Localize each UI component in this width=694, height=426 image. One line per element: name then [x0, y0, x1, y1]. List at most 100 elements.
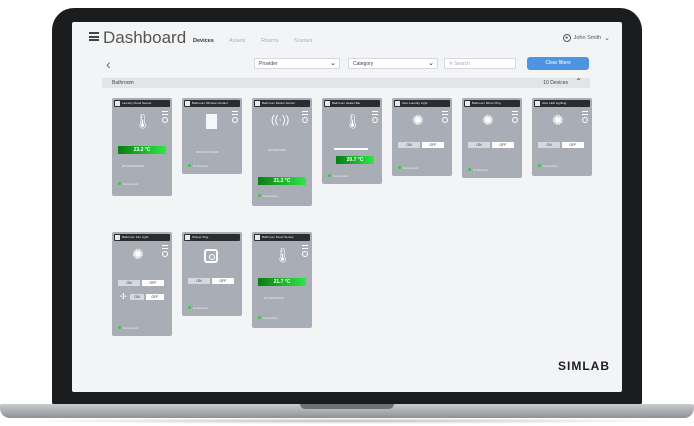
- card-header: Bathroom Motion Sensor: [254, 100, 310, 107]
- settings-icon[interactable]: [582, 111, 588, 123]
- device-name: Glen Laundry Light: [402, 101, 428, 105]
- temperature-slider[interactable]: [334, 148, 368, 150]
- chevron-down-icon: ⌄: [330, 60, 336, 67]
- connection-status: Connected: [263, 316, 278, 320]
- settings-icon[interactable]: [162, 111, 168, 123]
- on-button[interactable]: ON: [188, 278, 210, 284]
- provider-value: Provider: [259, 61, 278, 67]
- status-dot: [188, 164, 191, 167]
- connection-status: Connected: [333, 174, 348, 178]
- card-header: Shaver Plug: [184, 234, 240, 241]
- device-status: NO MOTION: [268, 148, 286, 152]
- fan-off-button[interactable]: OFF: [146, 294, 164, 300]
- clear-filters-button[interactable]: Clear filters: [527, 57, 589, 70]
- device-card[interactable]: Bathroom Motion Sensor ((·)) NO MOTION 2…: [252, 98, 312, 206]
- light-bulb-icon: ✺: [552, 112, 564, 128]
- device-status: NO MOVEMENT: [122, 164, 145, 168]
- search-placeholder: Search: [454, 61, 470, 67]
- device-card[interactable]: Shaver Plug ON OFF Connected: [182, 232, 242, 316]
- device-card[interactable]: Bathroom Flood Sensor 🌡 21.7 °C NO WARNI…: [252, 232, 312, 328]
- card-header: Laundry Flood Sensor: [114, 100, 170, 107]
- card-header: Bathroom Window Contact: [184, 100, 240, 107]
- settings-icon[interactable]: [232, 111, 238, 123]
- settings-icon[interactable]: [372, 111, 378, 123]
- on-button[interactable]: ON: [468, 142, 490, 148]
- on-button[interactable]: ON: [398, 142, 420, 148]
- off-button[interactable]: OFF: [422, 142, 444, 148]
- on-button[interactable]: ON: [538, 142, 560, 148]
- off-button[interactable]: OFF: [492, 142, 514, 148]
- device-count: 10 Devices: [543, 80, 568, 86]
- chevron-down-icon: ⌄: [428, 60, 434, 67]
- connection-status: Connected: [543, 164, 558, 168]
- on-button[interactable]: ON: [118, 280, 140, 286]
- tab-devices[interactable]: Devices: [193, 38, 214, 44]
- menu-icon[interactable]: [89, 32, 99, 41]
- device-name: Glen LED Lighting: [542, 101, 567, 105]
- category-select[interactable]: Category ⌄: [348, 58, 438, 69]
- thermometer-icon: 🌡: [344, 113, 362, 129]
- status-dot: [118, 182, 121, 185]
- device-name: Bathroom Mirror Plug: [472, 101, 501, 105]
- tab-rooms[interactable]: Rooms: [261, 38, 278, 44]
- off-button[interactable]: OFF: [142, 280, 164, 286]
- motion-wave-icon: ((·)): [271, 114, 290, 126]
- device-name: Shaver Plug: [192, 235, 209, 239]
- settings-icon[interactable]: [442, 111, 448, 123]
- category-value: Category: [353, 61, 374, 67]
- connection-status: Connected: [403, 166, 418, 170]
- settings-icon[interactable]: [162, 245, 168, 257]
- off-button[interactable]: OFF: [562, 142, 584, 148]
- fan-on-button[interactable]: ON: [130, 294, 144, 300]
- connection-status: Connected: [123, 326, 138, 330]
- device-card[interactable]: Glen LED Lighting ✺ ON OFF Connected: [532, 98, 592, 176]
- settings-icon[interactable]: [302, 245, 308, 257]
- user-menu[interactable]: ● John Smith ⌄: [562, 34, 610, 42]
- app-screen: Dashboard Devices Assets Rooms Scenes ● …: [72, 22, 622, 392]
- status-dot: [258, 316, 261, 319]
- user-name: John Smith: [573, 35, 602, 41]
- back-arrow-icon[interactable]: ‹: [106, 56, 111, 72]
- laptop-notch: [300, 404, 394, 409]
- settings-icon[interactable]: [512, 111, 518, 123]
- device-card[interactable]: Bathroom Mirror Plug ✺ ON OFF Connected: [462, 98, 522, 178]
- provider-select[interactable]: Provider ⌄: [254, 58, 340, 69]
- status-dot: [328, 174, 331, 177]
- card-header: Bathroom Mirror Plug: [464, 100, 520, 107]
- chevron-up-icon[interactable]: ⌃: [575, 77, 582, 86]
- search-icon: ⚲: [449, 61, 453, 67]
- off-button[interactable]: OFF: [212, 278, 234, 284]
- simlab-logo: SIMLAB: [558, 359, 610, 373]
- status-dot: [188, 306, 191, 309]
- device-name: Bathroom Heater Bar: [332, 101, 361, 105]
- light-bulb-icon: ✺: [132, 246, 144, 262]
- device-card[interactable]: Bathroom Fan Light ✺ ON OFF ✢ ON OFF Con…: [112, 232, 172, 336]
- room-group-header[interactable]: Bathroom 10 Devices ⌃: [102, 77, 590, 88]
- user-avatar-icon: ●: [562, 34, 571, 42]
- room-name: Bathroom: [112, 80, 134, 86]
- connection-status: Connected: [473, 168, 488, 172]
- tab-bar: Devices Assets Rooms Scenes: [193, 38, 326, 44]
- temperature-readout: 21.2 °C: [258, 177, 306, 185]
- light-bulb-icon: ✺: [412, 112, 424, 128]
- device-card[interactable]: Glen Laundry Light ✺ ON OFF Connected: [392, 98, 452, 176]
- device-card[interactable]: Bathroom Window Contact DOOR CLOSED Conn…: [182, 98, 242, 174]
- settings-icon[interactable]: [302, 111, 308, 123]
- temperature-readout: 23.2 °C: [118, 146, 166, 154]
- page-title: Dashboard: [103, 28, 187, 47]
- connection-status: Connected: [123, 182, 138, 186]
- card-header: Bathroom Flood Sensor: [254, 234, 310, 241]
- connection-status: Connected: [193, 306, 208, 310]
- device-card[interactable]: Laundry Flood Sensor 🌡 23.2 °C NO MOVEME…: [112, 98, 172, 196]
- chevron-down-icon: ⌄: [604, 35, 610, 42]
- thermometer-icon: 🌡: [274, 247, 292, 263]
- search-input[interactable]: ⚲ Search: [444, 58, 516, 69]
- status-dot: [398, 166, 401, 169]
- connection-status: Connected: [193, 164, 208, 168]
- status-dot: [258, 194, 261, 197]
- device-status: DOOR CLOSED: [196, 150, 219, 154]
- tab-assets[interactable]: Assets: [229, 38, 246, 44]
- door-icon: [206, 114, 217, 129]
- device-card[interactable]: Bathroom Heater Bar 🌡 20.7 °C Connected: [322, 98, 382, 184]
- tab-scenes[interactable]: Scenes: [294, 38, 312, 44]
